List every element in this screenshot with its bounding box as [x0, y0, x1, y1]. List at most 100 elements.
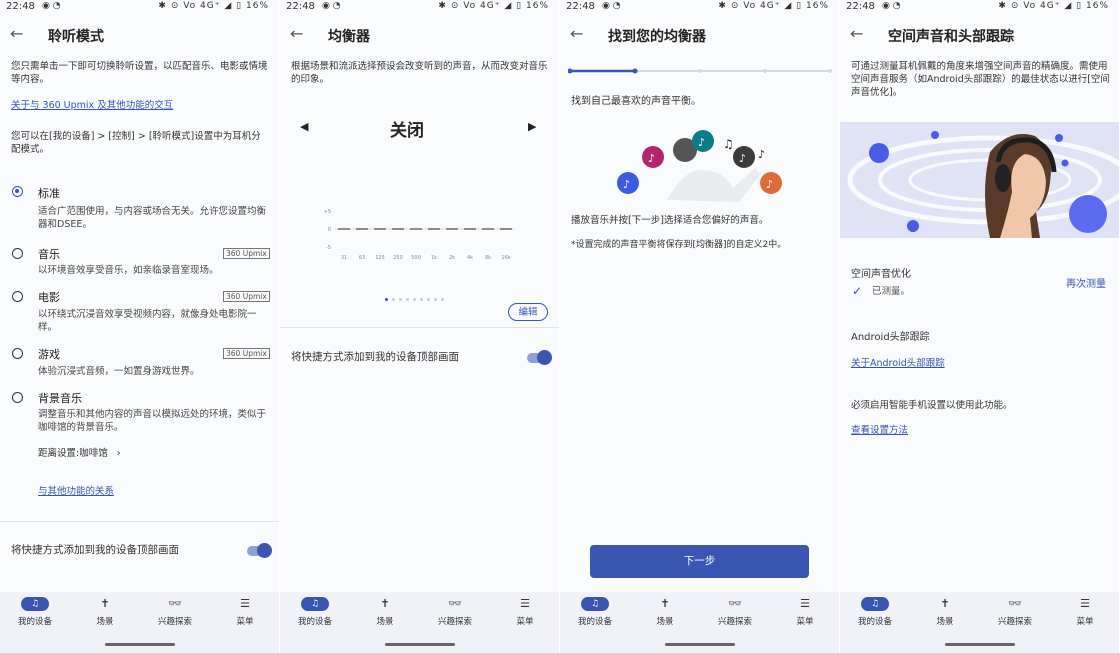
page-dot	[399, 298, 402, 301]
back-arrow-icon[interactable]: ←	[850, 24, 863, 43]
page-title: 空间声音和头部跟踪	[888, 29, 1014, 45]
progress-step	[828, 69, 832, 73]
status-right-icons: ✱ ⊙ Vo 4G⁺ ◢ ▯ 16%	[718, 1, 829, 11]
headphones-icon: ♫	[581, 597, 609, 611]
nav-label: 兴趣探索	[437, 617, 472, 627]
panel-separator	[839, 0, 840, 653]
svg-text:♪: ♪	[766, 178, 773, 191]
prev-preset-arrow-icon[interactable]: ◀	[300, 120, 308, 133]
nav-item-1[interactable]: ✝ 场景	[635, 592, 695, 632]
nav-item-1[interactable]: ✝ 场景	[75, 592, 135, 632]
nav-label: 我的设备	[297, 617, 332, 627]
enable-settings-text: 必须启用智能手机设置以使用此功能。	[851, 400, 1013, 411]
radio-standard[interactable]	[12, 186, 23, 197]
relation-link[interactable]: 与其他功能的关系	[38, 483, 114, 497]
nav-item-2[interactable]: 👓 兴趣探索	[705, 592, 765, 632]
shortcut-label: 将快捷方式添加到我的设备顶部画面	[11, 544, 179, 556]
eq-y-tick: +5	[324, 209, 331, 215]
shortcut-toggle[interactable]	[527, 350, 552, 365]
optimization-title: 空间声音优化	[851, 269, 911, 280]
eq-description: 根据场景和流派选择预设会改变听到的声音，从而改变对音乐的印象。	[291, 61, 548, 85]
notification-icons: ◉ ◔	[882, 1, 901, 11]
nav-label: 兴趣探索	[717, 617, 752, 627]
nav-item-3[interactable]: ☰ 菜单	[775, 592, 835, 632]
page-dot	[434, 298, 437, 301]
home-indicator	[105, 643, 175, 646]
head-tracking-link[interactable]: 关于Android头部跟踪	[851, 355, 945, 369]
nav-item-0[interactable]: ♫ 我的设备	[5, 592, 65, 632]
progress-step	[763, 69, 767, 73]
eq-band-label: 1k	[431, 255, 437, 261]
menu-icon: ☰	[240, 597, 250, 610]
status-right-icons: ✱ ⊙ Vo 4G⁺ ◢ ▯ 16%	[998, 1, 1109, 11]
nav-label: 场景	[376, 617, 394, 627]
nav-item-2[interactable]: 👓 兴趣探索	[425, 592, 485, 632]
back-arrow-icon[interactable]: ←	[10, 24, 23, 43]
nav-label: 场景	[936, 617, 954, 627]
radio-bgm[interactable]	[12, 392, 23, 403]
option-desc: 调整音乐和其他内容的声音以模拟远处的环境，类似于咖啡馆的背景音乐。	[38, 409, 267, 433]
option-label: 游戏	[38, 348, 60, 361]
intro-text: 您只需单击一下即可切换聆听设置，以匹配音乐、电影或情境等内容。	[11, 61, 268, 85]
nav-item-0[interactable]: ♫ 我的设备	[565, 592, 625, 632]
nav-item-0[interactable]: ♫ 我的设备	[285, 592, 345, 632]
checkmark-icon: ✓	[852, 284, 863, 298]
upmix-interaction-link[interactable]: 关于与 360 Upmix 及其他功能的交互	[11, 97, 173, 111]
eq-band-label: 125	[375, 255, 385, 261]
page-title: 找到您的均衡器	[608, 29, 706, 45]
head-tracking-title: Android头部跟踪	[851, 332, 930, 343]
next-preset-arrow-icon[interactable]: ▶	[528, 120, 536, 133]
edit-button[interactable]: 编辑	[508, 303, 548, 321]
notification-icons: ◉ ◔	[322, 1, 341, 11]
status-bar: 22:48 ◉ ◔ ✱ ⊙ Vo 4G⁺ ◢ ▯ 16%	[280, 0, 559, 16]
nav-item-1[interactable]: ✝ 场景	[915, 592, 975, 632]
find-eq-screen: 22:48 ◉ ◔ ✱ ⊙ Vo 4G⁺ ◢ ▯ 16% ← 找到您的均衡器 找…	[560, 0, 839, 653]
eq-band-label: 16k	[501, 255, 510, 261]
headphones-icon: ♫	[301, 597, 329, 611]
nav-label: 场景	[96, 617, 114, 627]
radio-movie[interactable]	[12, 291, 23, 302]
walking-icon: ✝	[380, 597, 390, 610]
chevron-right-icon: ›	[116, 448, 121, 459]
radio-music[interactable]	[12, 248, 23, 259]
music-illustration: ♪ ♪ ♪ ♪ ♪ ♫ ♪	[617, 130, 782, 202]
page-title: 均衡器	[328, 29, 370, 45]
status-bar: 22:48 ◉ ◔ ✱ ⊙ Vo 4G⁺ ◢ ▯ 16%	[840, 0, 1119, 16]
nav-item-3[interactable]: ☰ 菜单	[215, 592, 275, 632]
radio-game[interactable]	[12, 348, 23, 359]
nav-item-0[interactable]: ♫ 我的设备	[845, 592, 905, 632]
status-time: 22:48	[846, 1, 875, 12]
next-button[interactable]: 下一步	[590, 545, 809, 578]
eq-band-label: 63	[359, 255, 365, 261]
home-indicator	[385, 643, 455, 646]
progress-step	[632, 68, 638, 74]
back-arrow-icon[interactable]: ←	[570, 24, 583, 43]
glasses-icon: 👓	[168, 597, 182, 610]
status-time: 22:48	[286, 1, 315, 12]
equalizer-screen: 22:48 ◉ ◔ ✱ ⊙ Vo 4G⁺ ◢ ▯ 16% ← 均衡器 根据场景和…	[280, 0, 559, 653]
status-right-icons: ✱ ⊙ Vo 4G⁺ ◢ ▯ 16%	[158, 1, 269, 11]
page-title: 聆听模式	[48, 29, 104, 45]
remeasure-button[interactable]: 再次测量	[1066, 278, 1106, 291]
option-desc: 体验沉浸式音频，一如置身游戏世界。	[38, 366, 200, 377]
bottom-navigation: ♫ 我的设备 ✝ 场景 👓 兴趣探索 ☰ 菜单	[0, 592, 279, 653]
glasses-icon: 👓	[728, 597, 742, 610]
save-note: *设置完成的声音平衡将保存到[均衡器]的自定义2中。	[571, 240, 787, 250]
nav-item-3[interactable]: ☰ 菜单	[495, 592, 555, 632]
notification-icons: ◉ ◔	[602, 1, 621, 11]
distance-setting[interactable]: 距离设置:咖啡馆 ›	[38, 447, 121, 460]
bottom-navigation: ♫ 我的设备 ✝ 场景 👓 兴趣探索 ☰ 菜单	[840, 592, 1119, 653]
nav-item-1[interactable]: ✝ 场景	[355, 592, 415, 632]
shortcut-toggle[interactable]	[247, 543, 272, 558]
walking-icon: ✝	[660, 597, 670, 610]
nav-item-3[interactable]: ☰ 菜单	[1055, 592, 1115, 632]
back-arrow-icon[interactable]: ←	[290, 24, 303, 43]
setup-method-link[interactable]: 查看设置方法	[851, 422, 908, 436]
nav-item-2[interactable]: 👓 兴趣探索	[985, 592, 1045, 632]
headphone-person-illustration	[840, 122, 1119, 238]
page-dot	[420, 298, 423, 301]
glasses-icon: 👓	[1008, 597, 1022, 610]
nav-label: 菜单	[796, 617, 814, 627]
battery-level: 16%	[1085, 1, 1109, 11]
nav-item-2[interactable]: 👓 兴趣探索	[145, 592, 205, 632]
